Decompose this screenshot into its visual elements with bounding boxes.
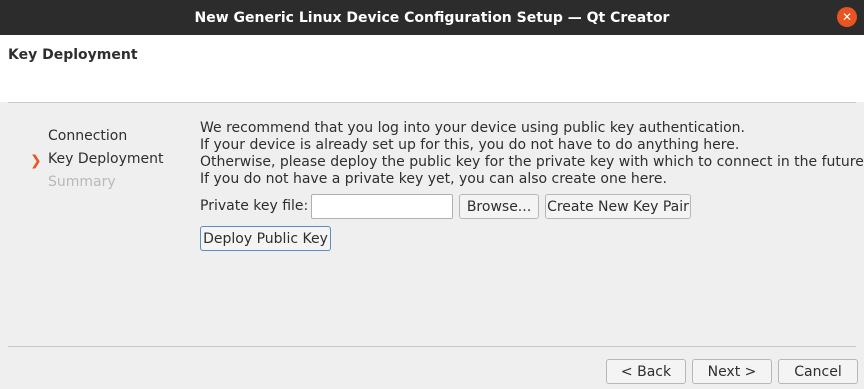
header-divider — [8, 102, 856, 103]
step-summary: Summary — [48, 174, 116, 190]
page-header — [0, 35, 864, 102]
deploy-public-key-button[interactable]: Deploy Public Key — [200, 226, 331, 251]
close-icon[interactable]: ✕ — [837, 7, 857, 27]
browse-button[interactable]: Browse... — [459, 194, 539, 219]
create-key-pair-button[interactable]: Create New Key Pair — [545, 194, 691, 219]
window-title: New Generic Linux Device Configuration S… — [194, 9, 670, 26]
step-connection: Connection — [48, 128, 128, 144]
description-line: We recommend that you log into your devi… — [200, 120, 746, 136]
private-key-label: Private key file: — [200, 198, 309, 214]
description-line: Otherwise, please deploy the public key … — [200, 154, 864, 170]
back-button[interactable]: < Back — [606, 359, 686, 384]
private-key-input[interactable] — [311, 194, 453, 219]
chevron-right-icon: ❯ — [30, 153, 42, 169]
description-line: If you do not have a private key yet, yo… — [200, 171, 667, 187]
close-glyph: ✕ — [841, 10, 853, 24]
window-titlebar: New Generic Linux Device Configuration S… — [0, 0, 864, 35]
footer-divider — [8, 346, 856, 347]
step-key-deployment: Key Deployment — [48, 151, 164, 167]
cancel-button[interactable]: Cancel — [778, 359, 858, 384]
page-title: Key Deployment — [8, 47, 138, 63]
description-line: If your device is already set up for thi… — [200, 137, 740, 153]
next-button[interactable]: Next > — [692, 359, 772, 384]
description-text: We recommend that you log into your devi… — [200, 120, 864, 188]
